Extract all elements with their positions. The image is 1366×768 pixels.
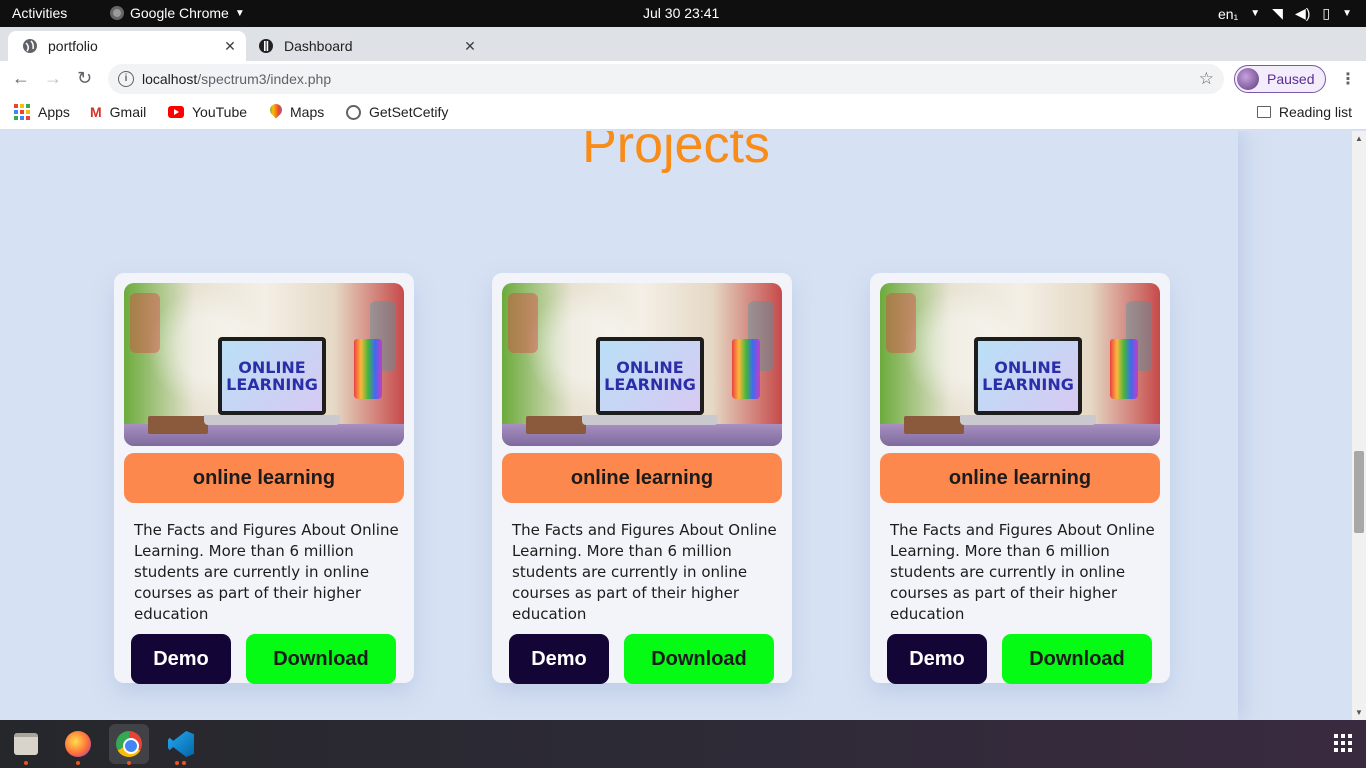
taskbar-dock bbox=[0, 720, 1366, 768]
dock-vscode[interactable] bbox=[161, 724, 201, 765]
tab-title: Dashboard bbox=[284, 38, 353, 54]
volume-icon: ◀) bbox=[1294, 5, 1311, 21]
close-icon[interactable]: ✕ bbox=[462, 38, 478, 55]
reload-icon[interactable]: ↻ bbox=[77, 68, 92, 89]
project-image: ONLINE LEARNING bbox=[502, 283, 782, 446]
demo-button[interactable]: Demo bbox=[887, 634, 987, 684]
bookmark-label: YouTube bbox=[192, 104, 248, 120]
clock[interactable]: Jul 30 23:41 bbox=[643, 5, 719, 21]
globe-icon bbox=[346, 104, 361, 120]
download-button[interactable]: Download bbox=[246, 634, 396, 684]
project-image: ONLINE LEARNING bbox=[124, 283, 404, 446]
globe-icon bbox=[23, 39, 37, 53]
running-indicator bbox=[76, 761, 80, 765]
bookmark-label: Apps bbox=[38, 104, 70, 120]
apps-grid-icon bbox=[14, 104, 30, 120]
bookmark-label: GetSetCetify bbox=[369, 104, 449, 120]
bookmark-gmail[interactable]: M Gmail bbox=[90, 104, 146, 120]
bookmark-label: Gmail bbox=[109, 104, 147, 120]
back-arrow-icon[interactable]: ← bbox=[12, 68, 30, 89]
dashboard-favicon-icon bbox=[259, 39, 273, 53]
page-viewport: Projects ONLINE LEARNING online learning … bbox=[0, 131, 1352, 720]
running-indicator bbox=[24, 761, 28, 765]
caret-down-icon: ▼ bbox=[1342, 8, 1352, 19]
url-path: /spectrum3/index.php bbox=[197, 71, 332, 87]
running-indicator bbox=[175, 761, 179, 765]
project-description: The Facts and Figures About Online Learn… bbox=[890, 521, 1155, 623]
app-menu[interactable]: Google Chrome ▼ bbox=[110, 5, 245, 21]
project-image: ONLINE LEARNING bbox=[880, 283, 1160, 446]
browser-toolbar: ← → ↻ i localhost/spectrum3/index.php ☆ … bbox=[0, 61, 1366, 97]
chrome-mini-icon bbox=[110, 6, 124, 20]
tab-title: portfolio bbox=[48, 38, 98, 54]
firefox-icon bbox=[65, 731, 91, 757]
project-title: online learning bbox=[502, 453, 782, 503]
download-button[interactable]: Download bbox=[1002, 634, 1152, 684]
system-tray[interactable]: en₁ ▼ ◥ ◀) ▯ ▼ bbox=[1218, 5, 1352, 22]
url-host: localhost bbox=[142, 71, 198, 87]
tab-strip: portfolio ✕ Dashboard ✕ + ▼ — ⧉ ✕ bbox=[0, 27, 1366, 81]
dock-chrome[interactable] bbox=[109, 724, 149, 765]
wifi-icon: ◥ bbox=[1272, 5, 1283, 21]
bookmark-label: Maps bbox=[290, 104, 325, 120]
page-title: Projects bbox=[582, 131, 770, 174]
tab-portfolio[interactable]: portfolio ✕ bbox=[8, 31, 246, 61]
demo-button[interactable]: Demo bbox=[509, 634, 609, 684]
reading-list-icon bbox=[1256, 106, 1271, 118]
chrome-icon bbox=[116, 731, 142, 757]
language-indicator[interactable]: en₁ bbox=[1218, 6, 1238, 22]
image-caption: ONLINE LEARNING bbox=[978, 341, 1078, 411]
project-title: online learning bbox=[124, 453, 404, 503]
bookmark-apps[interactable]: Apps bbox=[14, 104, 70, 120]
scrollbar-thumb[interactable] bbox=[1354, 451, 1364, 533]
download-button[interactable]: Download bbox=[624, 634, 774, 684]
demo-button[interactable]: Demo bbox=[131, 634, 231, 684]
bookmark-getsetcetify[interactable]: GetSetCetify bbox=[346, 104, 448, 120]
site-info-icon[interactable]: i bbox=[118, 71, 134, 87]
vscode-icon bbox=[168, 731, 194, 757]
show-applications-icon[interactable] bbox=[1334, 734, 1352, 752]
close-icon[interactable]: ✕ bbox=[222, 38, 238, 55]
avatar bbox=[1237, 68, 1259, 90]
battery-icon: ▯ bbox=[1322, 5, 1331, 21]
files-icon bbox=[14, 733, 38, 755]
bookmark-star-icon[interactable]: ☆ bbox=[1199, 69, 1214, 89]
forward-arrow-icon[interactable]: → bbox=[44, 68, 62, 89]
caret-down-icon: ▼ bbox=[1250, 8, 1261, 19]
bookmarks-bar: Apps M Gmail YouTube Maps GetSetCetify R… bbox=[0, 97, 1366, 130]
dock-firefox[interactable] bbox=[58, 724, 98, 765]
profile-status: Paused bbox=[1267, 71, 1315, 87]
project-card: ONLINE LEARNING online learning The Facts… bbox=[870, 273, 1170, 684]
running-indicator bbox=[127, 761, 131, 765]
url-text: localhost/spectrum3/index.php bbox=[142, 71, 331, 87]
maps-icon bbox=[270, 104, 282, 120]
project-card: ONLINE LEARNING online learning The Facts… bbox=[492, 273, 792, 684]
project-card: ONLINE LEARNING online learning The Facts… bbox=[114, 273, 414, 684]
page-scrollbar[interactable]: ▲ ▼ bbox=[1352, 131, 1366, 720]
reading-list-button[interactable]: Reading list bbox=[1256, 104, 1352, 120]
profile-button[interactable]: Paused bbox=[1234, 65, 1326, 93]
caret-down-icon: ▼ bbox=[234, 7, 245, 19]
project-description: The Facts and Figures About Online Learn… bbox=[512, 521, 777, 623]
running-indicator bbox=[182, 761, 186, 765]
scroll-down-arrow-icon[interactable]: ▼ bbox=[1355, 708, 1363, 717]
image-caption: ONLINE LEARNING bbox=[222, 341, 322, 411]
scroll-up-arrow-icon[interactable]: ▲ bbox=[1355, 134, 1363, 143]
youtube-icon bbox=[168, 106, 184, 118]
image-caption: ONLINE LEARNING bbox=[600, 341, 700, 411]
system-top-bar: Activities Google Chrome ▼ Jul 30 23:41 … bbox=[0, 0, 1366, 27]
gmail-icon: M bbox=[90, 104, 102, 120]
reading-list-label: Reading list bbox=[1278, 104, 1352, 120]
tab-dashboard[interactable]: Dashboard ✕ bbox=[250, 31, 486, 61]
more-menu-icon[interactable]: ⋮ bbox=[1340, 69, 1356, 89]
app-menu-label: Google Chrome bbox=[130, 5, 229, 21]
project-title: online learning bbox=[880, 453, 1160, 503]
project-description: The Facts and Figures About Online Learn… bbox=[134, 521, 399, 623]
bookmark-youtube[interactable]: YouTube bbox=[168, 104, 247, 120]
activities-button[interactable]: Activities bbox=[12, 5, 67, 21]
address-bar[interactable]: i localhost/spectrum3/index.php ☆ bbox=[108, 64, 1224, 94]
bookmark-maps[interactable]: Maps bbox=[270, 104, 324, 120]
dock-files[interactable] bbox=[6, 724, 46, 765]
